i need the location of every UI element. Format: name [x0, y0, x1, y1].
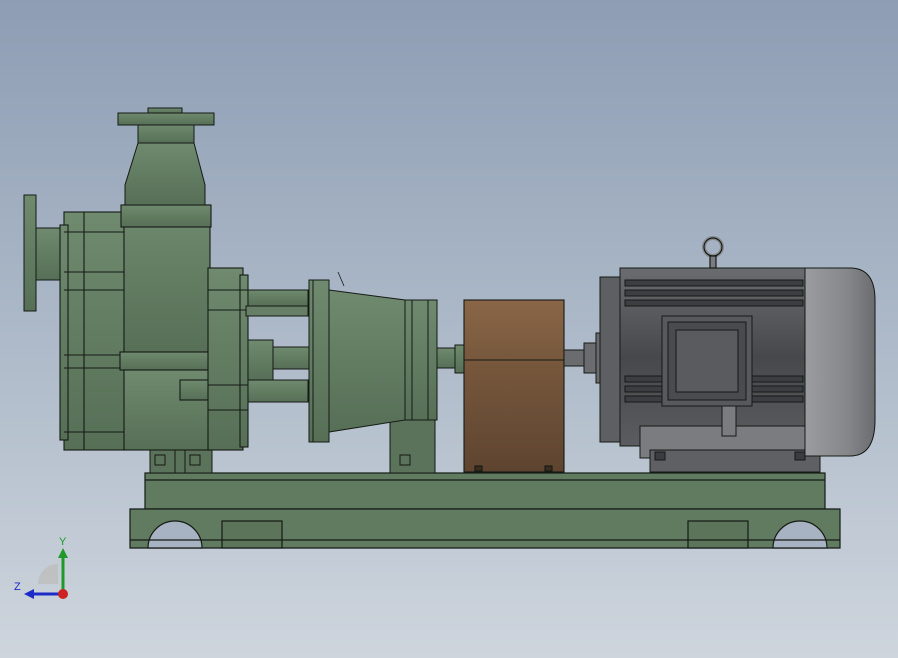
suction-flange	[23, 194, 65, 312]
pump-casing	[59, 204, 249, 451]
y-axis-label: Y	[59, 536, 67, 548]
triad-graphic	[24, 548, 68, 599]
base-frame	[129, 472, 841, 549]
coordinate-triad[interactable]: Y Z	[10, 534, 80, 606]
coupling-guard	[463, 299, 565, 473]
bearing-bracket	[245, 289, 311, 403]
pump-assembly-model[interactable]	[0, 0, 898, 658]
lifting-eye	[702, 236, 724, 269]
pump-shaft	[436, 344, 466, 374]
z-axis-label: Z	[14, 581, 21, 593]
electric-motor	[599, 267, 876, 473]
y-axis-head	[58, 548, 68, 558]
bearing-housing	[308, 271, 438, 443]
origin-point	[58, 589, 68, 599]
z-axis-head	[24, 589, 34, 599]
cad-graphics-viewport[interactable]: Y Z	[0, 0, 898, 658]
discharge-nozzle	[117, 107, 215, 206]
motor-shaft	[563, 332, 605, 384]
